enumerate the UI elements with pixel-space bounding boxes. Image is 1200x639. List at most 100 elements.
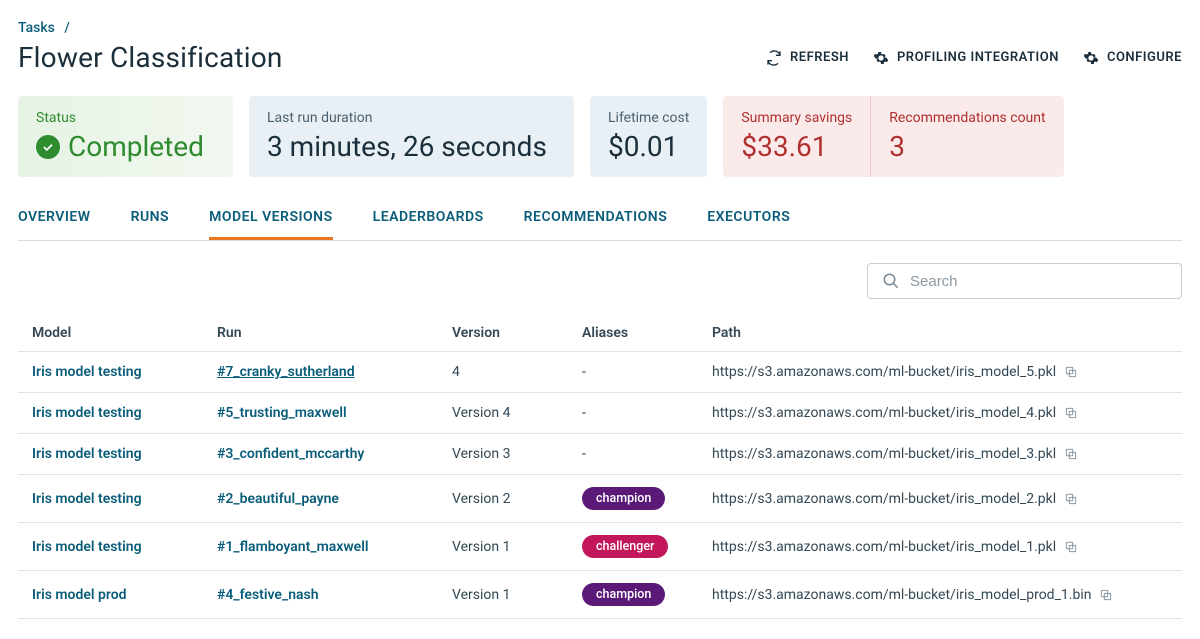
version-text: Version 1 [452,587,582,603]
savings-half: Summary savings $33.61 [723,96,871,177]
version-text: Version 3 [452,446,582,462]
version-text: Version 1 [452,539,582,555]
run-link[interactable]: #3_confident_mccarthy [217,446,452,462]
header-actions: REFRESH PROFILING INTEGRATION CONFIGURE [766,50,1182,66]
page-title: Flower Classification [18,41,283,74]
col-aliases: Aliases [582,325,712,341]
table-row: Iris model testing#5_trusting_maxwellVer… [18,393,1182,434]
copy-icon[interactable] [1064,406,1078,420]
breadcrumb-sep: / [64,20,69,36]
configure-label: CONFIGURE [1107,50,1182,65]
tab-runs[interactable]: RUNS [131,199,170,240]
search-row [18,263,1182,299]
path-text: https://s3.amazonaws.com/ml-bucket/iris_… [712,587,1091,603]
run-link[interactable]: #4_festive_nash [217,587,452,603]
savings-value: $33.61 [741,130,852,163]
path-cell: https://s3.amazonaws.com/ml-bucket/iris_… [712,364,1168,380]
tab-overview[interactable]: OVERVIEW [18,199,91,240]
alias-badge: champion [582,583,665,606]
refresh-label: REFRESH [790,50,849,65]
run-link[interactable]: #5_trusting_maxwell [217,405,452,421]
table-row: Iris model prod#4_festive_nashVersion 1c… [18,571,1182,619]
path-cell: https://s3.amazonaws.com/ml-bucket/iris_… [712,405,1168,421]
gear-icon [873,50,889,66]
col-run: Run [217,325,452,341]
aliases-cell: - [582,446,712,462]
header-row: Flower Classification REFRESH PROFILING … [18,41,1182,74]
copy-icon[interactable] [1064,365,1078,379]
copy-icon[interactable] [1064,540,1078,554]
breadcrumb-root[interactable]: Tasks [18,20,55,36]
savings-label: Summary savings [741,110,852,126]
tab-model-versions[interactable]: MODEL VERSIONS [209,199,333,240]
alias-none: - [582,405,586,421]
copy-icon[interactable] [1064,447,1078,461]
path-cell: https://s3.amazonaws.com/ml-bucket/iris_… [712,446,1168,462]
path-text: https://s3.amazonaws.com/ml-bucket/iris_… [712,539,1056,555]
path-text: https://s3.amazonaws.com/ml-bucket/iris_… [712,364,1056,380]
copy-icon[interactable] [1099,588,1113,602]
alias-badge: challenger [582,535,668,558]
search-box[interactable] [867,263,1182,299]
table-row: Iris model testing#1_flamboyant_maxwellV… [18,523,1182,571]
recs-value: 3 [889,130,1045,163]
cost-card: Lifetime cost $0.01 [590,96,707,177]
alias-badge: champion [582,487,665,510]
model-link[interactable]: Iris model testing [32,405,217,421]
status-text: Completed [68,130,204,163]
aliases-cell: champion [582,583,712,606]
savings-card: Summary savings $33.61 Recommendations c… [723,96,1063,177]
summary-row: Status Completed Last run duration 3 min… [18,96,1182,177]
version-text: 4 [452,364,582,380]
path-cell: https://s3.amazonaws.com/ml-bucket/iris_… [712,491,1168,507]
status-value: Completed [36,130,215,163]
table-row: Iris model testing#2_beautiful_payneVers… [18,475,1182,523]
model-link[interactable]: Iris model testing [32,539,217,555]
path-text: https://s3.amazonaws.com/ml-bucket/iris_… [712,446,1056,462]
tab-executors[interactable]: EXECUTORS [707,199,790,240]
path-text: https://s3.amazonaws.com/ml-bucket/iris_… [712,491,1056,507]
configure-button[interactable]: CONFIGURE [1083,50,1182,66]
tabs: OVERVIEW RUNS MODEL VERSIONS LEADERBOARD… [18,199,1182,241]
aliases-cell: challenger [582,535,712,558]
table-row: Iris model testing#3_confident_mccarthyV… [18,434,1182,475]
recs-label: Recommendations count [889,110,1045,126]
run-link[interactable]: #1_flamboyant_maxwell [217,539,452,555]
model-link[interactable]: Iris model testing [32,491,217,507]
tab-leaderboards[interactable]: LEADERBOARDS [373,199,484,240]
col-path: Path [712,325,1168,341]
path-text: https://s3.amazonaws.com/ml-bucket/iris_… [712,405,1056,421]
model-link[interactable]: Iris model testing [32,364,217,380]
duration-card: Last run duration 3 minutes, 26 seconds [249,96,574,177]
alias-none: - [582,364,586,380]
search-icon [882,272,900,290]
tab-recommendations[interactable]: RECOMMENDATIONS [524,199,668,240]
check-circle-icon [36,135,60,159]
search-input[interactable] [910,273,1167,290]
refresh-button[interactable]: REFRESH [766,50,849,66]
model-link[interactable]: Iris model testing [32,446,217,462]
status-card: Status Completed [18,96,233,177]
status-label: Status [36,110,215,126]
cost-value: $0.01 [608,130,689,163]
copy-icon[interactable] [1064,492,1078,506]
alias-none: - [582,446,586,462]
path-cell: https://s3.amazonaws.com/ml-bucket/iris_… [712,587,1168,603]
model-versions-table: Model Run Version Aliases Path Iris mode… [18,315,1182,619]
aliases-cell: - [582,405,712,421]
table-row: Iris model testing#7_cranky_sutherland4-… [18,352,1182,393]
run-link[interactable]: #2_beautiful_payne [217,491,452,507]
profiling-button[interactable]: PROFILING INTEGRATION [873,50,1059,66]
refresh-icon [766,50,782,66]
col-model: Model [32,325,217,341]
cost-label: Lifetime cost [608,110,689,126]
aliases-cell: - [582,364,712,380]
run-link[interactable]: #7_cranky_sutherland [217,364,452,380]
version-text: Version 4 [452,405,582,421]
col-version: Version [452,325,582,341]
model-link[interactable]: Iris model prod [32,587,217,603]
recs-half: Recommendations count 3 [871,96,1063,177]
duration-value: 3 minutes, 26 seconds [267,130,556,163]
breadcrumb: Tasks / [18,20,1182,36]
profiling-label: PROFILING INTEGRATION [897,50,1059,65]
